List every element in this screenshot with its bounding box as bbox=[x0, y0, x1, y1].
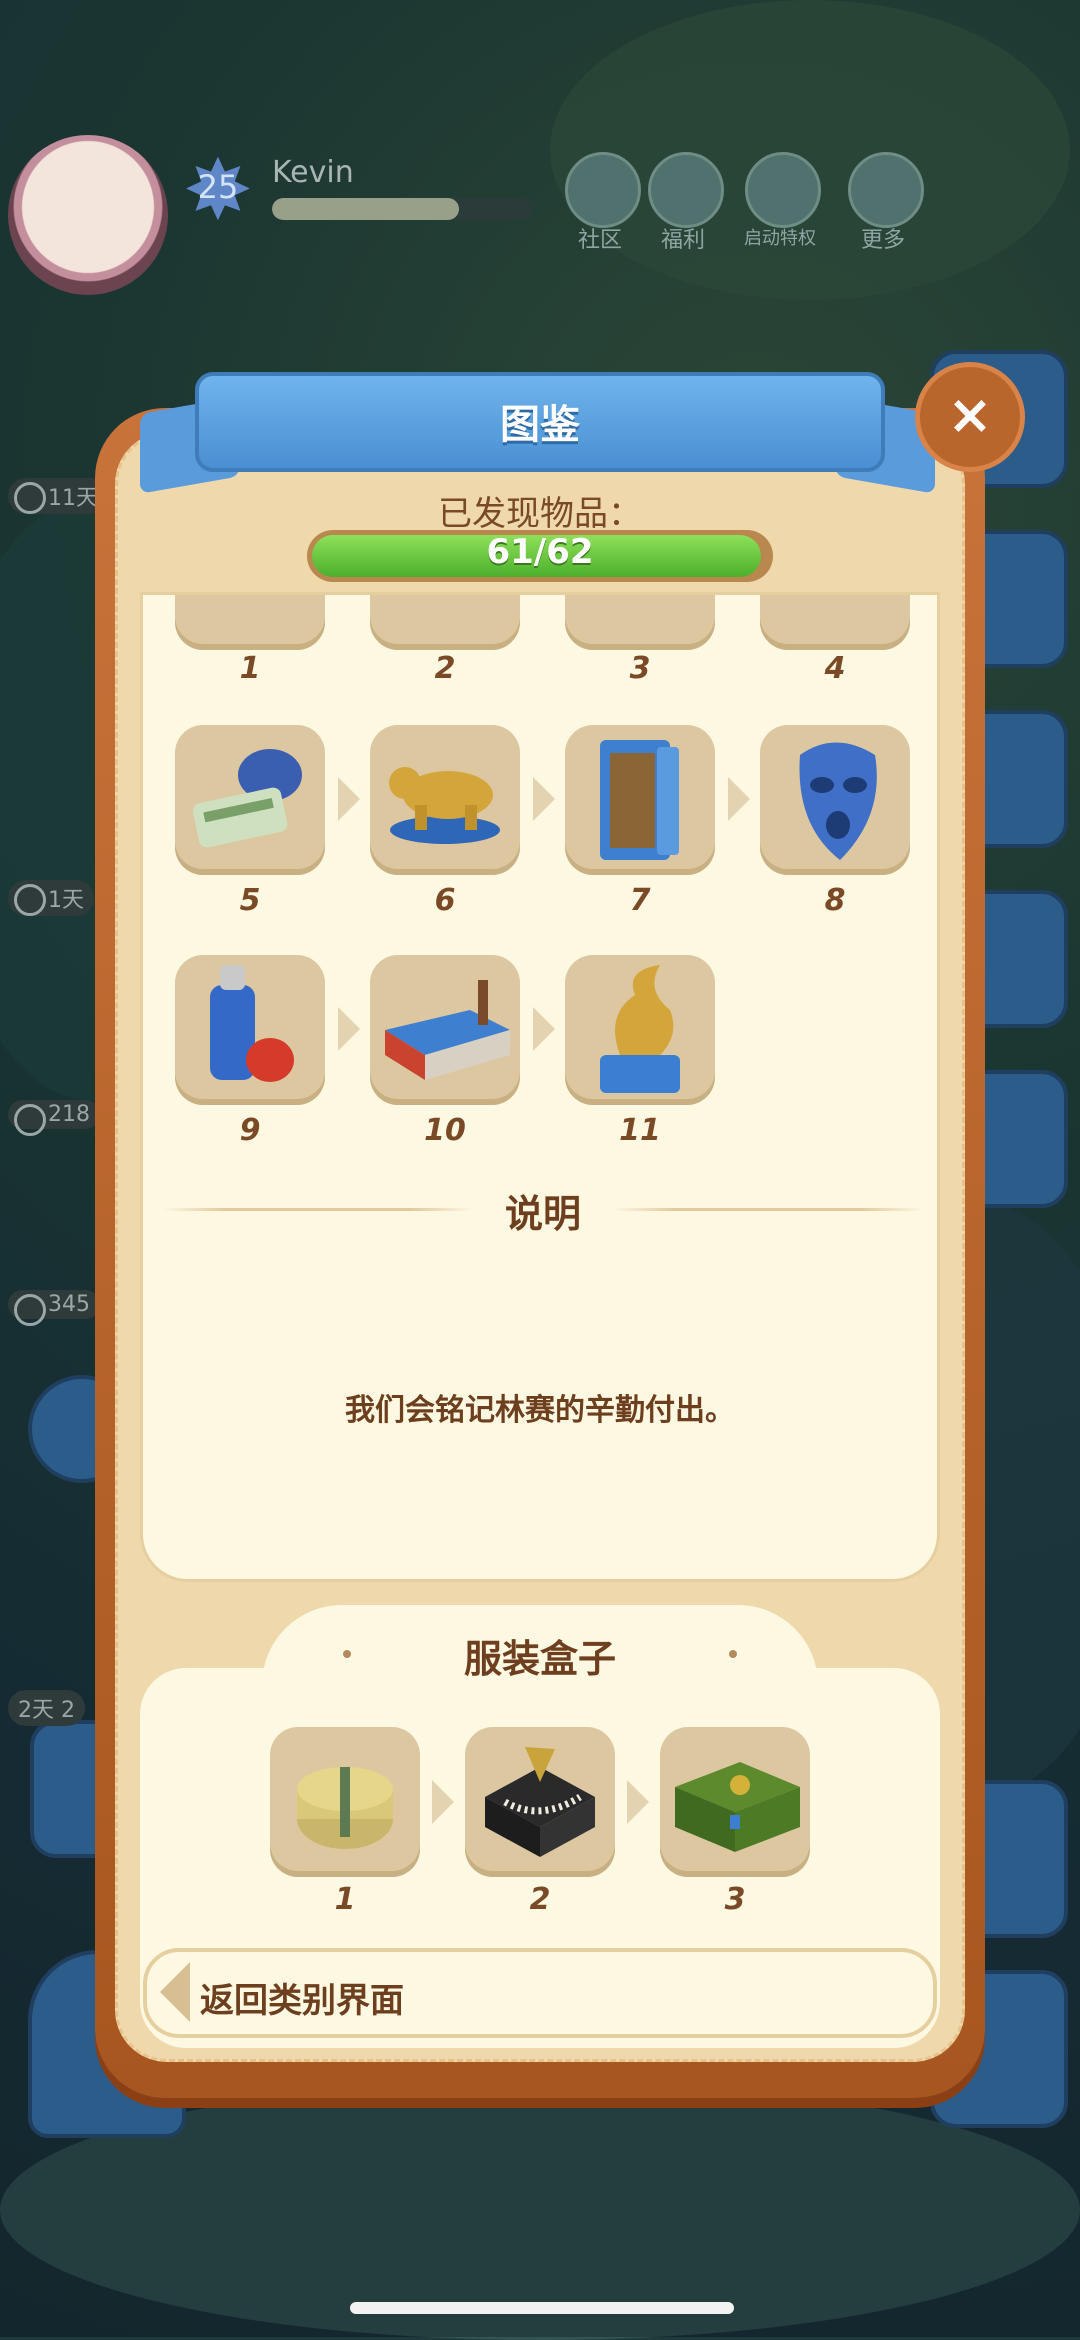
spray-can-icon bbox=[210, 965, 294, 1082]
menu-label-more[interactable]: 更多 bbox=[828, 222, 938, 254]
safe-icon bbox=[600, 740, 679, 860]
item-number: 3 bbox=[724, 1882, 746, 1917]
item-tile[interactable] bbox=[175, 595, 325, 650]
item-tile[interactable] bbox=[175, 955, 325, 1105]
player-name: Kevin bbox=[272, 155, 354, 190]
chain-arrow-icon bbox=[533, 777, 555, 821]
item-number: 1 bbox=[239, 651, 261, 686]
item-tile[interactable] bbox=[370, 955, 520, 1105]
found-items-label: 已发现物品： bbox=[438, 494, 642, 534]
menu-label-welfare[interactable]: 福利 bbox=[628, 222, 738, 254]
player-avatar[interactable] bbox=[8, 135, 168, 295]
item-tile[interactable] bbox=[175, 725, 325, 875]
round-hat-box-icon bbox=[297, 1767, 393, 1849]
item-number: 4 bbox=[824, 651, 846, 686]
item-number: 11 bbox=[619, 1113, 661, 1148]
side-timer: 2天 2 bbox=[8, 1690, 85, 1726]
gift-icon[interactable] bbox=[648, 152, 724, 228]
home-indicator[interactable] bbox=[350, 2302, 734, 2314]
xp-bar bbox=[272, 198, 532, 220]
collection-progress-text: 61/62 bbox=[486, 532, 594, 572]
item-number: 7 bbox=[629, 883, 651, 918]
menu-label-launch-privilege[interactable]: 启动特权 bbox=[725, 224, 835, 250]
divider-right bbox=[613, 1208, 923, 1211]
item-tile[interactable] bbox=[565, 955, 715, 1105]
item-tile[interactable] bbox=[565, 595, 715, 650]
back-arrow-icon bbox=[160, 1962, 190, 2022]
item-number: 3 bbox=[629, 651, 651, 686]
chain-arrow-icon bbox=[728, 777, 750, 821]
wechat-icon[interactable] bbox=[745, 152, 821, 228]
description-text: 我们会铭记林赛的辛勤付出。 bbox=[345, 1393, 735, 1428]
item-number: 2 bbox=[434, 651, 456, 686]
next-category-title: 服装盒子 bbox=[463, 1637, 616, 1681]
item-number: 5 bbox=[239, 883, 261, 918]
item-tile[interactable] bbox=[760, 595, 910, 650]
more-icon[interactable] bbox=[848, 152, 924, 228]
chain-arrow-icon bbox=[533, 1007, 555, 1051]
side-timer: 11天 bbox=[8, 478, 108, 514]
item-number: 10 bbox=[424, 1113, 466, 1148]
side-timer: 218 bbox=[8, 1100, 100, 1136]
jewelry-box-icon bbox=[485, 1747, 595, 1857]
chain-arrow-icon bbox=[627, 1780, 649, 1824]
decor-dot bbox=[729, 1650, 737, 1658]
item-number: 2 bbox=[529, 1882, 551, 1917]
item-number: 1 bbox=[334, 1882, 356, 1917]
item-number: 6 bbox=[434, 883, 456, 918]
side-timer: 1天 bbox=[8, 880, 94, 916]
community-icon[interactable] bbox=[565, 152, 641, 228]
golden-trophy-icon bbox=[600, 965, 680, 1093]
factory-icon bbox=[385, 980, 510, 1080]
money-bag-icon bbox=[192, 749, 302, 848]
green-chest-icon bbox=[675, 1762, 800, 1852]
modal-title: 图鉴 bbox=[500, 402, 580, 448]
box-item-tile[interactable] bbox=[270, 1727, 420, 1877]
divider-left bbox=[163, 1208, 473, 1211]
item-tile[interactable] bbox=[760, 725, 910, 875]
player-level: 25 bbox=[197, 168, 239, 206]
close-button[interactable]: × bbox=[915, 362, 1025, 472]
blue-mask-icon bbox=[799, 742, 877, 860]
item-number: 8 bbox=[824, 883, 846, 918]
chain-arrow-icon bbox=[432, 1780, 454, 1824]
item-tile[interactable] bbox=[370, 725, 520, 875]
decor-dot bbox=[343, 1650, 351, 1658]
box-item-tile[interactable] bbox=[465, 1727, 615, 1877]
item-number: 9 bbox=[239, 1113, 261, 1148]
chain-arrow-icon bbox=[338, 777, 360, 821]
collection-panel[interactable]: 1 2 3 4 5 6 7 8 9 10 11 说明 我们会铭记林赛的辛勤付出。 bbox=[140, 592, 940, 1582]
box-item-tile[interactable] bbox=[660, 1727, 810, 1877]
item-tile[interactable] bbox=[565, 725, 715, 875]
item-tile[interactable] bbox=[370, 595, 520, 650]
golden-bear-icon bbox=[389, 767, 500, 844]
side-timer: 345 bbox=[8, 1290, 100, 1326]
back-button-label: 返回类别界面 bbox=[200, 1981, 404, 2021]
chain-arrow-icon bbox=[338, 1007, 360, 1051]
